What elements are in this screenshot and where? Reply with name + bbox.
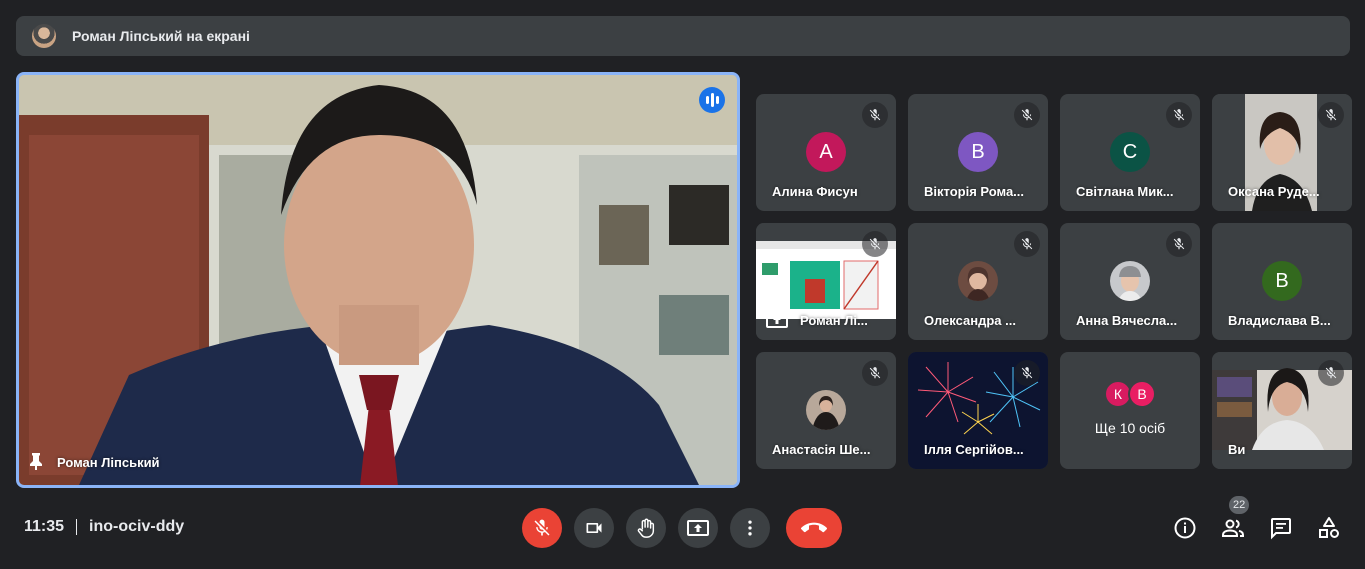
- participant-name: Алина Фисун: [772, 184, 858, 199]
- participant-tile[interactable]: В Вікторія Рома...: [908, 94, 1048, 211]
- participant-avatar: В: [958, 132, 998, 172]
- bottom-toolbar: 11:35 ino-ociv-ddy 22: [0, 496, 1365, 548]
- mic-off-icon: [1014, 360, 1040, 386]
- call-end-icon: [801, 522, 827, 533]
- participant-name: Вікторія Рома...: [924, 184, 1025, 199]
- participants-count-badge: 22: [1229, 496, 1250, 514]
- participant-name: Анастасія Ше...: [772, 442, 871, 457]
- presenter-avatar: [32, 24, 56, 48]
- participant-name: Ілля Сергійов...: [924, 442, 1024, 457]
- participant-tile[interactable]: С Світлана Мик...: [1060, 94, 1200, 211]
- participant-name: Роман Лі...: [766, 312, 886, 328]
- participant-name: Анна Вячесла...: [1076, 313, 1178, 328]
- main-speaker-tile[interactable]: Роман Ліпський: [16, 72, 740, 488]
- present-to-all-icon: [766, 312, 788, 328]
- divider: [76, 519, 78, 535]
- present-to-all-icon: [687, 520, 709, 536]
- participant-avatar: В: [1262, 261, 1302, 301]
- participant-tile[interactable]: А Алина Фисун: [756, 94, 896, 211]
- participant-grid: А Алина Фисун В Вікторія Рома... С Світл…: [756, 94, 1352, 469]
- participant-name: Ви: [1228, 442, 1246, 457]
- more-participants-tile[interactable]: К В Ще 10 осіб: [1060, 352, 1200, 469]
- participant-tile[interactable]: В Владислава В...: [1212, 223, 1352, 340]
- call-controls: [522, 508, 842, 548]
- meeting-details-button[interactable]: [1173, 508, 1197, 548]
- participant-avatar: В: [1128, 380, 1156, 408]
- info-icon: [1174, 517, 1196, 539]
- mic-off-icon: [862, 231, 888, 257]
- participant-tile[interactable]: Анастасія Ше...: [756, 352, 896, 469]
- participant-tile[interactable]: Олександра ...: [908, 223, 1048, 340]
- meeting-side-actions: 22: [1173, 496, 1341, 548]
- activities-button[interactable]: [1317, 508, 1341, 548]
- participants-button[interactable]: 22: [1221, 496, 1250, 548]
- mic-off-icon: [1318, 102, 1344, 128]
- main-speaker-label: Роман Ліпський: [29, 452, 160, 473]
- participant-avatar: [958, 261, 998, 301]
- speaking-indicator-icon: [699, 87, 725, 113]
- participant-avatar: [806, 390, 846, 430]
- speaker-video: [19, 75, 737, 485]
- activities-icon: [1319, 517, 1339, 538]
- clock-time: 11:35: [24, 518, 65, 535]
- mic-off-icon: [534, 519, 550, 536]
- presenting-banner: Роман Ліпський на екрані: [16, 16, 1350, 56]
- participant-avatar: С: [1110, 132, 1150, 172]
- participant-tile[interactable]: Роман Лі...: [756, 223, 896, 340]
- camera-button[interactable]: [574, 508, 614, 548]
- hand-icon: [637, 518, 655, 538]
- main-speaker-name: Роман Ліпський: [57, 455, 160, 470]
- mic-off-icon: [1014, 102, 1040, 128]
- participant-tile[interactable]: Ілля Сергійов...: [908, 352, 1048, 469]
- participant-tile[interactable]: Оксана Руде...: [1212, 94, 1352, 211]
- present-button[interactable]: [678, 508, 718, 548]
- mic-off-icon: [1166, 102, 1192, 128]
- more-participants-avatars: К В: [1104, 380, 1156, 408]
- participant-name: Олександра ...: [924, 313, 1016, 328]
- people-icon: [1222, 519, 1244, 537]
- participant-avatar: [1110, 261, 1150, 301]
- chat-button[interactable]: [1269, 508, 1293, 548]
- leave-call-button[interactable]: [786, 508, 842, 548]
- presenting-banner-text: Роман Ліпський на екрані: [72, 28, 250, 44]
- mic-off-icon: [1318, 360, 1344, 386]
- videocam-icon: [586, 523, 602, 533]
- more-vert-icon: [748, 520, 752, 536]
- microphone-button[interactable]: [522, 508, 562, 548]
- participant-avatar: А: [806, 132, 846, 172]
- mic-off-icon: [1166, 231, 1192, 257]
- participant-name: Оксана Руде...: [1228, 184, 1320, 199]
- mic-off-icon: [1014, 231, 1040, 257]
- raise-hand-button[interactable]: [626, 508, 666, 548]
- meeting-info: 11:35 ino-ociv-ddy: [24, 518, 184, 536]
- meeting-code: ino-ociv-ddy: [89, 518, 185, 535]
- participant-name: Світлана Мик...: [1076, 184, 1174, 199]
- more-participants-label: Ще 10 осіб: [1094, 420, 1166, 436]
- participant-tile[interactable]: Анна Вячесла...: [1060, 223, 1200, 340]
- mic-off-icon: [862, 360, 888, 386]
- self-tile[interactable]: Ви: [1212, 352, 1352, 469]
- chat-icon: [1271, 518, 1291, 540]
- more-options-button[interactable]: [730, 508, 770, 548]
- pin-icon[interactable]: [29, 452, 43, 473]
- mic-off-icon: [862, 102, 888, 128]
- participant-name: Владислава В...: [1228, 313, 1331, 328]
